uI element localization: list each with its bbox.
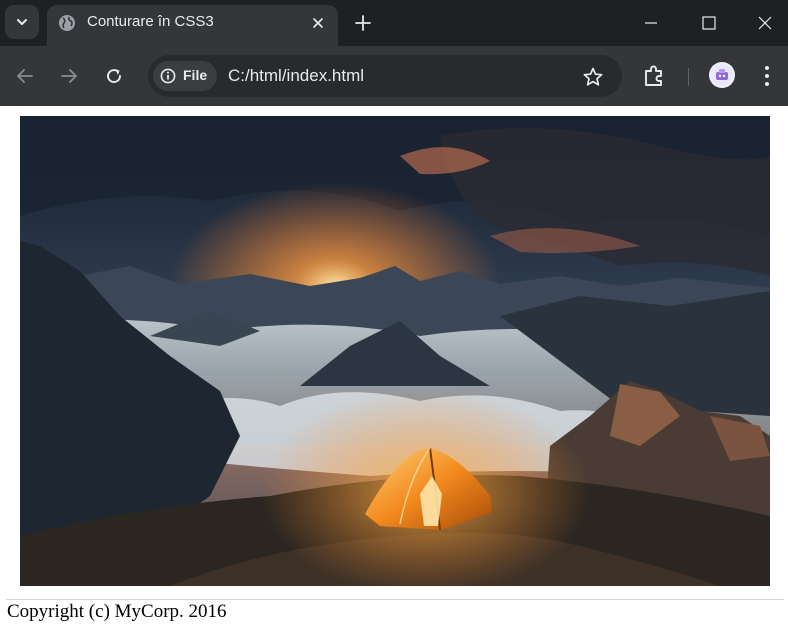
info-icon xyxy=(160,68,176,84)
close-icon xyxy=(313,18,323,28)
kebab-menu-icon[interactable] xyxy=(755,63,779,89)
active-tab[interactable]: Conturare în CSS3 xyxy=(47,5,338,46)
address-bar[interactable]: File C:/html/index.html xyxy=(148,55,622,97)
copyright-footer: Copyright (c) MyCorp. 2016 xyxy=(7,601,227,622)
arrow-right-icon xyxy=(61,69,77,83)
arrow-left-icon xyxy=(17,69,33,83)
maximize-icon xyxy=(702,16,716,30)
puzzle-icon[interactable] xyxy=(641,63,667,89)
tab-close-button[interactable] xyxy=(308,13,328,33)
avatar[interactable] xyxy=(709,62,735,88)
minimize-button[interactable] xyxy=(636,8,666,38)
plus-icon xyxy=(355,15,371,31)
reload-icon xyxy=(107,69,121,83)
tab-search-button[interactable] xyxy=(5,5,39,39)
chevron-down-icon xyxy=(17,19,27,25)
browser-toolbar: File C:/html/index.html xyxy=(0,46,788,106)
horizontal-rule xyxy=(6,599,784,600)
site-info-chip[interactable]: File xyxy=(153,61,217,91)
tab-strip: Conturare în CSS3 xyxy=(0,0,788,46)
site-info-label: File xyxy=(183,67,208,83)
maximize-button[interactable] xyxy=(694,8,724,38)
close-icon xyxy=(758,16,772,30)
tab-title: Conturare în CSS3 xyxy=(87,13,214,30)
profile-avatar-icon xyxy=(711,64,733,86)
tent-mountain-photo xyxy=(20,116,770,586)
globe-icon xyxy=(59,15,75,31)
new-tab-button[interactable] xyxy=(350,10,376,36)
back-button[interactable] xyxy=(10,61,40,91)
star-icon[interactable] xyxy=(582,66,604,88)
forward-button[interactable] xyxy=(54,61,84,91)
close-window-button[interactable] xyxy=(750,8,780,38)
reload-button[interactable] xyxy=(99,61,129,91)
url-text[interactable]: C:/html/index.html xyxy=(228,66,364,86)
toolbar-separator xyxy=(688,68,689,86)
minimize-icon xyxy=(645,22,657,24)
